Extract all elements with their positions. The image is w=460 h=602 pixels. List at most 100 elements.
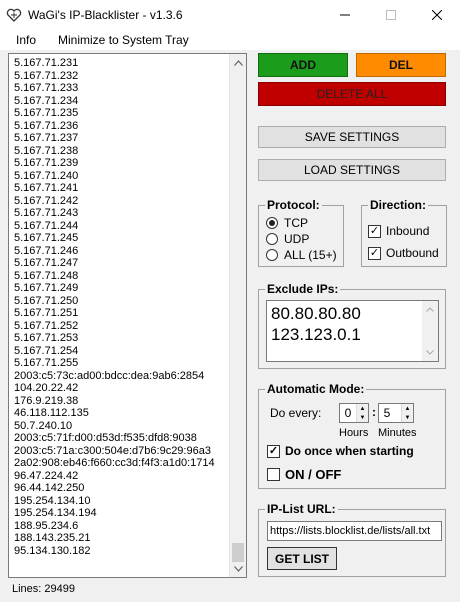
ip-entry: 195.254.134.10 xyxy=(14,494,91,507)
get-list-button[interactable]: GET LIST xyxy=(267,547,337,570)
outbound-checkbox[interactable]: ✓ Outbound xyxy=(368,246,439,260)
scroll-down-arrow-icon[interactable] xyxy=(426,350,434,355)
protocol-all-label: ALL (15+) xyxy=(284,248,337,262)
ip-entry: 96.47.224.42 xyxy=(14,469,79,482)
check-icon: ✓ xyxy=(368,246,381,260)
exclude-ips-text: 80.80.80.80 123.123.0.1 xyxy=(271,303,361,345)
minutes-value: 5 xyxy=(383,406,391,420)
ip-list-lines: 5.167.71.231 5.167.71.232 5.167.71.233 5.16… xyxy=(14,57,229,557)
spin-down-icon[interactable]: ▼ xyxy=(357,413,368,422)
ip-entry: 5.167.71.238 xyxy=(14,144,79,157)
ip-entry: 5.167.71.237 xyxy=(14,132,79,144)
ip-entry: 46.118.112.135 xyxy=(14,407,89,419)
minimize-icon xyxy=(340,14,350,16)
radio-checked-icon xyxy=(266,217,278,229)
hours-spinner[interactable]: 0 ▲ ▼ xyxy=(339,403,369,423)
outbound-label: Outbound xyxy=(386,246,439,260)
load-settings-button[interactable]: LOAD SETTINGS xyxy=(258,159,446,181)
direction-group: Direction: ✓ Inbound ✓ Outbound xyxy=(361,198,447,267)
heart-shield-icon xyxy=(6,8,22,22)
inbound-checkbox[interactable]: ✓ Inbound xyxy=(368,224,429,238)
protocol-udp-label: UDP xyxy=(284,232,310,246)
exclude-ips-input[interactable]: 80.80.80.80 123.123.0.1 xyxy=(266,300,439,362)
protocol-tcp-radio[interactable]: TCP xyxy=(266,216,308,230)
radio-unchecked-icon xyxy=(266,249,278,261)
on-off-checkbox[interactable]: ON / OFF xyxy=(267,467,341,482)
ip-entry: 5.167.71.231 xyxy=(14,57,79,69)
ip-entry: 104.20.22.42 xyxy=(14,382,79,394)
maximize-button[interactable] xyxy=(368,0,414,30)
ip-entry: 2003:c5:71a:c300:504e:d7b6:9c29:96a3 xyxy=(14,444,211,457)
close-icon xyxy=(432,10,442,20)
minutes-spinner[interactable]: 5 ▲ ▼ xyxy=(378,403,414,423)
ip-entry: 5.167.71.242 xyxy=(14,194,79,207)
direction-title: Direction: xyxy=(368,198,429,212)
ip-entry: 96.44.142.250 xyxy=(14,482,85,494)
ip-entry: 5.167.71.244 xyxy=(14,219,79,232)
hours-label: Hours xyxy=(339,427,369,439)
automatic-mode-group: Automatic Mode: Do every: 0 ▲ ▼ : 5 ▲ ▼ Ho… xyxy=(258,382,446,489)
spin-up-icon[interactable]: ▲ xyxy=(402,404,413,413)
protocol-all-radio[interactable]: ALL (15+) xyxy=(266,248,337,262)
ip-entry: 5.167.71.254 xyxy=(14,344,79,357)
delete-all-button[interactable]: DELETE ALL xyxy=(258,82,446,106)
ip-entry: 5.167.71.245 xyxy=(14,232,79,244)
ip-entry: 5.167.71.247 xyxy=(14,257,79,269)
ip-entry: 2a02:908:eb46:f660:cc3d:f4f3:a1d0:1714 xyxy=(14,457,215,469)
ip-entry: 188.95.234.6 xyxy=(14,519,79,532)
scroll-up-arrow-icon[interactable] xyxy=(230,54,246,71)
exclude-ip-entry: 80.80.80.80 xyxy=(271,304,361,323)
ip-entry: 188.143.235.21 xyxy=(14,532,91,544)
scroll-down-arrow-icon[interactable] xyxy=(230,560,246,577)
do-every-label: Do every: xyxy=(270,406,322,420)
ip-list-box[interactable]: 5.167.71.231 5.167.71.232 5.167.71.233 5.16… xyxy=(8,53,247,578)
title-bar: WaGi's IP-Blacklister - v1.3.6 xyxy=(0,0,460,30)
iplist-url-input[interactable]: https://lists.blocklist.de/lists/all.txt xyxy=(267,521,442,541)
check-icon: ✓ xyxy=(368,224,381,238)
inbound-label: Inbound xyxy=(386,224,430,238)
ip-entry: 195.254.134.194 xyxy=(14,507,97,519)
iplist-url-title: IP-List URL: xyxy=(265,502,338,516)
del-button[interactable]: DEL xyxy=(356,53,446,77)
ip-entry: 50.7.240.10 xyxy=(14,419,73,432)
ip-list-scrollbar[interactable] xyxy=(229,54,246,577)
ip-entry: 5.167.71.251 xyxy=(14,307,79,319)
ip-entry: 5.167.71.235 xyxy=(14,107,79,119)
hours-value: 0 xyxy=(344,406,352,420)
unchecked-box-icon xyxy=(267,468,280,481)
exclude-ip-entry: 123.123.0.1 xyxy=(271,325,361,344)
ip-entry: 2003:c5:73c:ad00:bdcc:dea:9ab6:2854 xyxy=(14,369,205,382)
spin-down-icon[interactable]: ▼ xyxy=(402,413,413,422)
close-button[interactable] xyxy=(414,0,460,30)
ip-entry: 5.167.71.246 xyxy=(14,244,79,257)
ip-entry: 5.167.71.250 xyxy=(14,294,79,307)
maximize-icon xyxy=(386,10,396,20)
protocol-title: Protocol: xyxy=(265,198,322,212)
exclude-ips-group: Exclude IPs: 80.80.80.80 123.123.0.1 xyxy=(258,282,446,369)
ip-entry: 5.167.71.252 xyxy=(14,319,79,332)
ip-entry: 5.167.71.240 xyxy=(14,169,79,182)
scroll-up-arrow-icon[interactable] xyxy=(426,307,434,312)
do-once-checkbox[interactable]: ✓ Do once when starting xyxy=(267,444,414,458)
menu-info[interactable]: Info xyxy=(0,33,44,47)
add-button[interactable]: ADD xyxy=(258,53,348,77)
menu-minimize-tray[interactable]: Minimize to System Tray xyxy=(44,33,197,47)
ip-entry: 5.167.71.234 xyxy=(14,94,79,107)
line-count: Lines: 29499 xyxy=(12,583,75,595)
time-separator: : xyxy=(372,405,376,419)
spin-up-icon[interactable]: ▲ xyxy=(357,404,368,413)
menu-bar: Info Minimize to System Tray xyxy=(0,30,460,50)
ip-entry: 5.167.71.239 xyxy=(14,157,79,169)
minimize-button[interactable] xyxy=(322,0,368,30)
protocol-udp-radio[interactable]: UDP xyxy=(266,232,309,246)
ip-entry: 5.167.71.236 xyxy=(14,119,79,132)
ip-entry: 5.167.71.248 xyxy=(14,269,79,282)
exclude-scrollbar[interactable] xyxy=(422,301,438,361)
ip-entry: 5.167.71.233 xyxy=(14,82,79,94)
exclude-title: Exclude IPs: xyxy=(265,282,341,296)
ip-entry: 5.167.71.253 xyxy=(14,332,79,344)
save-settings-button[interactable]: SAVE SETTINGS xyxy=(258,126,446,148)
do-once-label: Do once when starting xyxy=(285,444,414,458)
check-icon: ✓ xyxy=(267,444,280,458)
window-title: WaGi's IP-Blacklister - v1.3.6 xyxy=(28,8,183,22)
